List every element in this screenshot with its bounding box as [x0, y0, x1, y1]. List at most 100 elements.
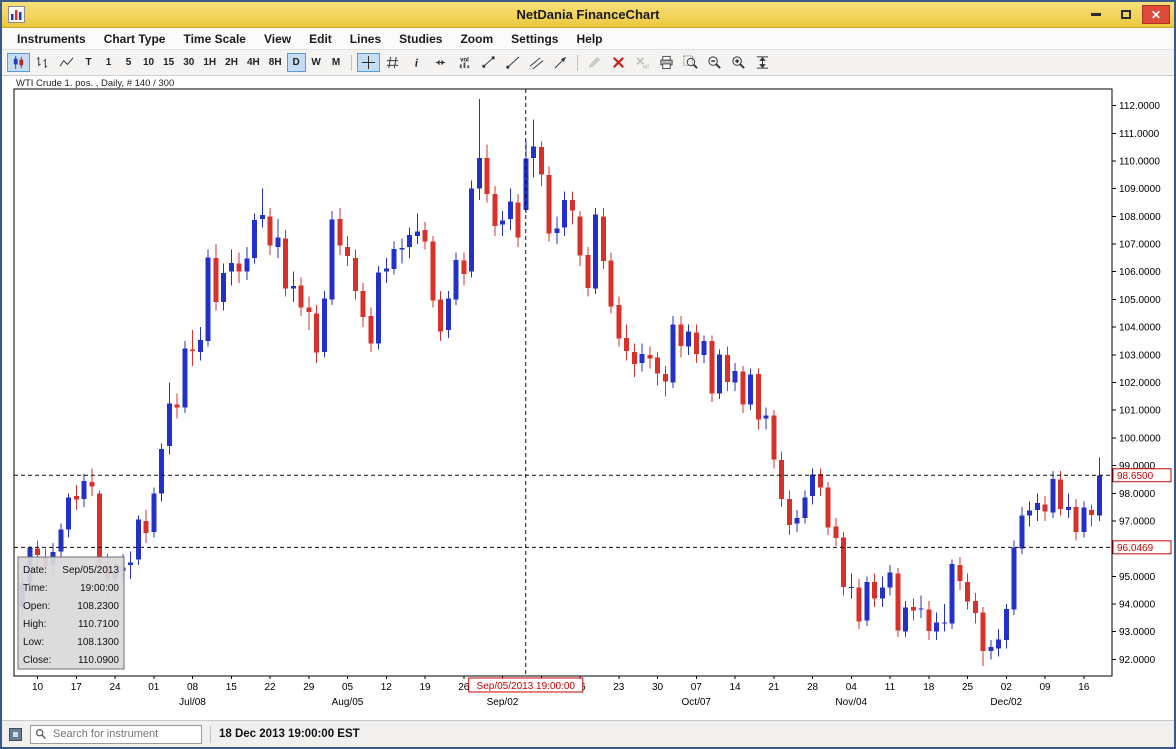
crosshair-tool-button[interactable] — [357, 53, 380, 72]
delete-line-button[interactable] — [607, 53, 630, 72]
fit-price-scale-button[interactable] — [751, 53, 774, 72]
interval-1-button[interactable]: 1 — [99, 53, 118, 72]
candle — [469, 188, 474, 271]
trendline-tool-button[interactable] — [477, 53, 500, 72]
candle — [872, 582, 877, 599]
app-window: NetDania FinanceChart ✕ InstrumentsChart… — [0, 0, 1176, 749]
candle — [485, 158, 490, 194]
candle — [973, 601, 978, 613]
zoomin-icon — [731, 55, 746, 70]
x-axis-week-label: 04 — [846, 682, 858, 693]
line-type-button[interactable] — [55, 53, 78, 72]
info-tool-button[interactable]: i — [405, 53, 428, 72]
bars-icon — [35, 55, 50, 70]
trendline-icon — [481, 55, 496, 70]
minimize-icon — [1091, 13, 1101, 16]
search-box[interactable] — [30, 725, 202, 744]
menu-item-view[interactable]: View — [255, 30, 300, 48]
price-chart[interactable]: 92.000093.000094.000095.000096.000097.00… — [2, 76, 1174, 720]
scroll-tool-button[interactable] — [429, 53, 452, 72]
menu-item-instruments[interactable]: Instruments — [8, 30, 95, 48]
interval-4h-button[interactable]: 4H — [243, 53, 264, 72]
zoom-out-button[interactable] — [703, 53, 726, 72]
delete-all-lines-button[interactable]: all — [631, 53, 654, 72]
ray-line-tool-button[interactable] — [501, 53, 524, 72]
candle — [159, 449, 164, 493]
tooltip-row-label: Time: — [23, 583, 48, 594]
tooltip-row-label: Close: — [23, 655, 51, 666]
candle — [508, 201, 513, 219]
channel-tool-button[interactable] — [525, 53, 548, 72]
linechart-icon — [59, 55, 74, 70]
candle — [942, 623, 947, 624]
maximize-button[interactable] — [1112, 5, 1140, 24]
candle — [198, 340, 203, 352]
candle — [399, 248, 404, 249]
zoom-area-button[interactable] — [679, 53, 702, 72]
x-axis-week-label: 01 — [148, 682, 160, 693]
menu-item-time-scale[interactable]: Time Scale — [174, 30, 254, 48]
menu-item-edit[interactable]: Edit — [300, 30, 341, 48]
y-axis-label: 97.0000 — [1119, 516, 1156, 527]
candlestick-type-button[interactable] — [7, 53, 30, 72]
x-axis-month-label: Nov/04 — [835, 697, 867, 708]
candle — [678, 324, 683, 346]
candle — [988, 647, 993, 651]
tick-interval-button[interactable]: T — [79, 53, 98, 72]
interval-monthly-button[interactable]: M — [327, 53, 346, 72]
volume-toggle-button[interactable]: vol — [453, 53, 476, 72]
arrowline-icon — [553, 55, 568, 70]
candle — [330, 219, 335, 299]
menu-item-help[interactable]: Help — [567, 30, 611, 48]
interval-2h-button[interactable]: 2H — [221, 53, 242, 72]
interval-1h-button[interactable]: 1H — [199, 53, 220, 72]
candle — [895, 574, 900, 631]
interval-15-button[interactable]: 15 — [159, 53, 178, 72]
close-button[interactable]: ✕ — [1142, 5, 1170, 24]
interval-5-button[interactable]: 5 — [119, 53, 138, 72]
menu-item-settings[interactable]: Settings — [502, 30, 567, 48]
interval-8h-button[interactable]: 8H — [265, 53, 286, 72]
zoom-in-button[interactable] — [727, 53, 750, 72]
candle — [151, 494, 156, 532]
candle — [361, 291, 366, 317]
grid-toggle-button[interactable] — [381, 53, 404, 72]
menu-item-zoom[interactable]: Zoom — [451, 30, 502, 48]
menu-item-studies[interactable]: Studies — [390, 30, 451, 48]
edit-lines-button[interactable] — [583, 53, 606, 72]
interval-30-button[interactable]: 30 — [179, 53, 198, 72]
tooltip-row-label: Open: — [23, 601, 50, 612]
candle — [624, 338, 629, 351]
candle — [647, 355, 652, 359]
candle — [981, 612, 986, 651]
interval-30-label: 30 — [183, 57, 194, 68]
tooltip-row-value: Sep/05/2013 — [62, 565, 119, 576]
menu-item-chart-type[interactable]: Chart Type — [95, 30, 175, 48]
bar-type-button[interactable] — [31, 53, 54, 72]
ray-icon — [505, 55, 520, 70]
titlebar[interactable]: NetDania FinanceChart ✕ — [2, 2, 1174, 28]
interval-weekly-button[interactable]: W — [307, 53, 326, 72]
minimize-button[interactable] — [1082, 5, 1110, 24]
interval-10-button[interactable]: 10 — [139, 53, 158, 72]
interval-daily-label: D — [292, 57, 299, 68]
candle — [826, 488, 831, 528]
interval-daily-button[interactable]: D — [287, 53, 306, 72]
x-axis-month-label: Dec/02 — [990, 697, 1022, 708]
candle — [213, 258, 218, 302]
candle — [585, 255, 590, 288]
grid-icon — [385, 55, 400, 70]
candle — [864, 582, 869, 621]
print-button[interactable] — [655, 53, 678, 72]
search-input[interactable] — [51, 727, 197, 741]
candle — [368, 316, 373, 344]
candle — [547, 175, 552, 233]
arrow-line-tool-button[interactable] — [549, 53, 572, 72]
x-axis-month-label: Aug/05 — [332, 697, 364, 708]
y-axis-label: 101.0000 — [1119, 406, 1161, 417]
menu-item-lines[interactable]: Lines — [341, 30, 390, 48]
candle — [740, 371, 745, 404]
chart-area[interactable]: 92.000093.000094.000095.000096.000097.00… — [2, 76, 1174, 720]
candle — [926, 610, 931, 631]
interval-weekly-label: W — [311, 57, 320, 68]
